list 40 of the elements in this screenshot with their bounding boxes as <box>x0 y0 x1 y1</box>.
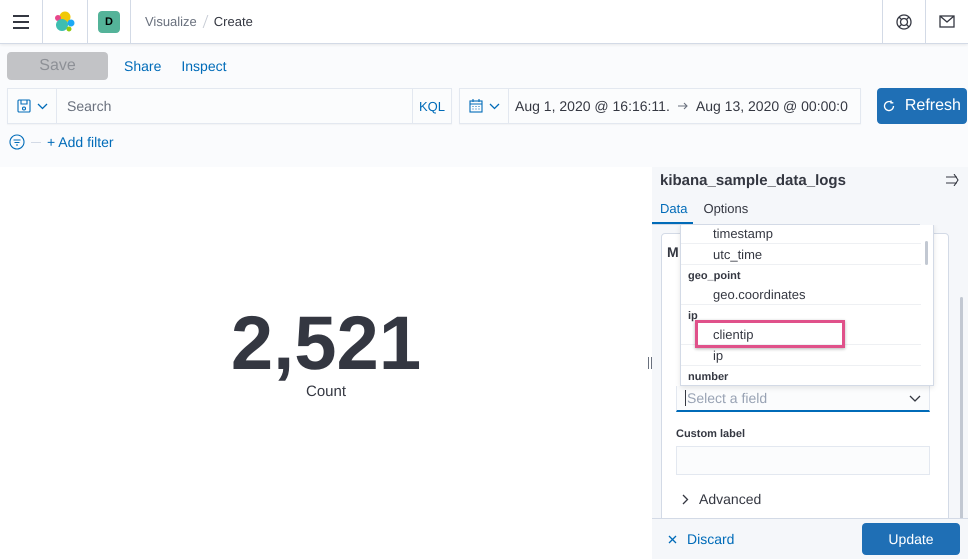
collapse-icon[interactable] <box>946 174 960 186</box>
arrow-right-icon <box>678 102 688 110</box>
space-avatar[interactable]: D <box>98 10 120 32</box>
start-date[interactable]: Aug 1, 2020 @ 16:16:11. <box>515 98 670 114</box>
refresh-button[interactable]: Refresh <box>876 88 967 124</box>
metric-value: 2,521 <box>230 304 422 382</box>
advanced-toggle[interactable]: Advanced <box>699 491 762 507</box>
filter-icon[interactable] <box>9 134 25 150</box>
menu-icon[interactable] <box>13 14 29 28</box>
index-pattern-title: kibana_sample_data_logs <box>660 172 846 188</box>
field-option[interactable]: ip <box>713 348 724 362</box>
metric-label: Count <box>306 382 346 400</box>
field-option[interactable]: utc_time <box>713 246 762 262</box>
field-group-label: number <box>688 371 728 383</box>
calendar-icon <box>468 99 482 113</box>
toolbar-link[interactable]: Inspect <box>173 58 234 74</box>
chevron-down-icon <box>909 394 921 402</box>
help-icon[interactable] <box>896 14 912 30</box>
close-icon <box>668 534 677 544</box>
add-filter-link[interactable]: + Add filter <box>47 134 114 150</box>
custom-label-field[interactable] <box>676 446 930 475</box>
sidebar-tab[interactable]: Options <box>695 201 754 224</box>
breadcrumb: Create <box>214 14 253 29</box>
field-option[interactable]: timestamp <box>713 226 773 240</box>
field-group-label: geo_point <box>688 270 741 282</box>
update-button[interactable]: Update <box>862 523 960 555</box>
field-group-label: ip <box>688 310 698 322</box>
field-option[interactable]: geo.coordinates <box>713 286 806 302</box>
logo-icon[interactable] <box>53 10 77 32</box>
field-option[interactable]: clientip <box>713 326 754 342</box>
end-date[interactable]: Aug 13, 2020 @ 00:00:0 <box>696 98 854 114</box>
chevron-down-icon <box>488 102 500 110</box>
field-label: Custom label <box>676 428 746 440</box>
chevron-right-icon <box>682 494 689 504</box>
toolbar-link[interactable]: Share <box>116 58 170 74</box>
card-title: M <box>667 244 679 260</box>
refresh-icon <box>882 100 895 112</box>
mail-icon[interactable] <box>939 15 955 28</box>
breadcrumb[interactable]: Visualize <box>145 14 197 29</box>
discard-button[interactable]: Discard <box>668 531 734 547</box>
